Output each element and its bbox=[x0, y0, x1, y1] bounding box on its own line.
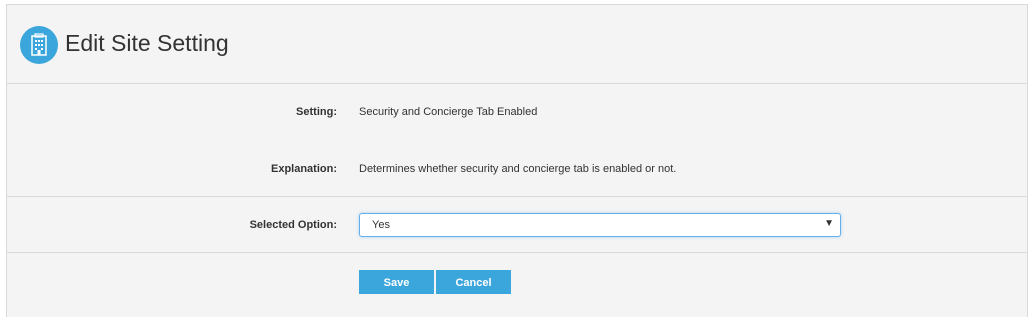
setting-value: Security and Concierge Tab Enabled bbox=[359, 106, 538, 118]
edit-site-setting-panel: Edit Site Setting Setting: Security and … bbox=[6, 4, 1028, 317]
setting-label: Setting: bbox=[296, 106, 337, 118]
divider bbox=[7, 252, 1027, 253]
divider bbox=[7, 196, 1027, 197]
cancel-button[interactable]: Cancel bbox=[436, 270, 511, 294]
building-icon bbox=[20, 26, 58, 64]
explanation-value: Determines whether security and concierg… bbox=[359, 163, 677, 175]
selected-option-value: Yes bbox=[372, 219, 390, 231]
selected-option-label: Selected Option: bbox=[249, 219, 337, 231]
dropdown-caret-icon: ▼ bbox=[824, 218, 834, 229]
selected-option-select[interactable]: Yes ▼ bbox=[359, 213, 841, 237]
page-title: Edit Site Setting bbox=[65, 30, 229, 56]
panel-header: Edit Site Setting bbox=[7, 5, 1027, 84]
save-button[interactable]: Save bbox=[359, 270, 434, 294]
explanation-label: Explanation: bbox=[270, 163, 337, 175]
